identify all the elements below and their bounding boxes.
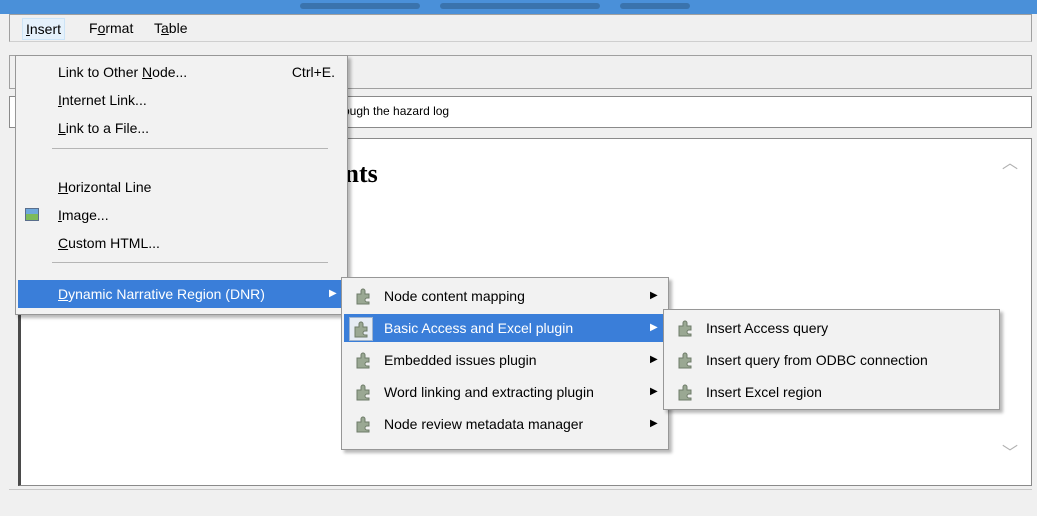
menu-item-link-to-file[interactable]: Link to a File... [18,114,345,142]
menu-label: Embedded issues plugin [384,352,537,368]
menu-item-embedded-issues-plugin[interactable]: Embedded issues plugin ▶ [344,346,666,374]
menu-label: Insert Excel region [706,384,822,400]
menu-label: nsert [29,21,62,37]
menu-item-internet-link[interactable]: Internet Link... [18,86,345,114]
menu-label: Basic Access and Excel plugin [384,320,574,336]
title-blur [620,3,690,9]
plugin-icon [676,319,694,337]
menu-separator [52,262,328,263]
window-title-bar [0,0,1037,14]
menu-mnemonic: a [161,20,169,36]
menu-item-node-content-mapping[interactable]: Node content mapping ▶ [344,282,666,310]
plugin-icon [354,287,372,305]
menu-item-link-to-other-node[interactable]: Link to Other Node... Ctrl+E. [18,58,345,86]
submenu-arrow-icon: ▶ [650,418,658,429]
image-icon [25,208,39,221]
menu-item-insert-access-query[interactable]: Insert Access query [666,314,997,342]
plugin-icon [354,383,372,401]
menu-item-node-review-metadata-manager[interactable]: Node review metadata manager ▶ [344,410,666,438]
menu-item-insert-odbc-query[interactable]: Insert query from ODBC connection [666,346,997,374]
menu-label: Node content mapping [384,288,525,304]
status-bar [9,489,1032,513]
menu-label: ble [168,20,188,36]
menu-insert[interactable]: Insert [22,18,66,40]
excel-submenu: Insert Access query Insert query from OD… [663,309,1000,410]
menu-label: Insert Access query [706,320,829,336]
menu-label: T [154,20,161,36]
menu-label: Node review metadata manager [384,416,584,432]
menu-table[interactable]: Table [151,20,190,36]
menu-label: Insert query from ODBC connection [706,352,928,368]
scroll-down-icon[interactable]: ﹀ [1001,445,1019,463]
menu-item-basic-access-excel-plugin[interactable]: Basic Access and Excel plugin ▶ [344,314,666,342]
menu-item-horizontal-line[interactable]: Horizontal Line [18,173,345,201]
menu-label: Word linking and extracting plugin [384,384,594,400]
dnr-submenu: Node content mapping ▶ Basic Access and … [341,277,669,450]
shortcut-text: Ctrl+E. [291,64,335,80]
menu-separator [52,148,328,149]
submenu-arrow-icon: ▶ [650,386,658,397]
submenu-arrow-icon: ▶ [650,354,658,365]
plugin-icon [676,383,694,401]
menu-item-insert-excel-region[interactable]: Insert Excel region [666,378,997,406]
plugin-icon [354,351,372,369]
title-blur [440,3,600,9]
submenu-arrow-icon: ▶ [329,288,337,299]
menu-label: rmat [105,20,134,36]
menu-item-dnr[interactable]: Dynamic Narrative Region (DNR) ▶ [18,280,345,308]
title-blur [300,3,420,9]
menu-item-custom-html[interactable]: Custom HTML... [18,229,345,257]
submenu-arrow-icon: ▶ [650,322,658,333]
plugin-icon [676,351,694,369]
scroll-up-icon[interactable]: ︿ [1001,155,1019,173]
menu-label: F [89,20,98,36]
menu-item-image[interactable]: Image... [18,201,345,229]
menu-format[interactable]: Format [86,20,136,36]
plugin-icon [354,415,372,433]
menu-item-word-linking-plugin[interactable]: Word linking and extracting plugin ▶ [344,378,666,406]
plugin-icon [349,317,373,341]
submenu-arrow-icon: ▶ [650,290,658,301]
insert-menu: Link to Other Node... Ctrl+E. Internet L… [15,55,348,315]
menu-bar: Insert Format Table [9,14,1032,42]
